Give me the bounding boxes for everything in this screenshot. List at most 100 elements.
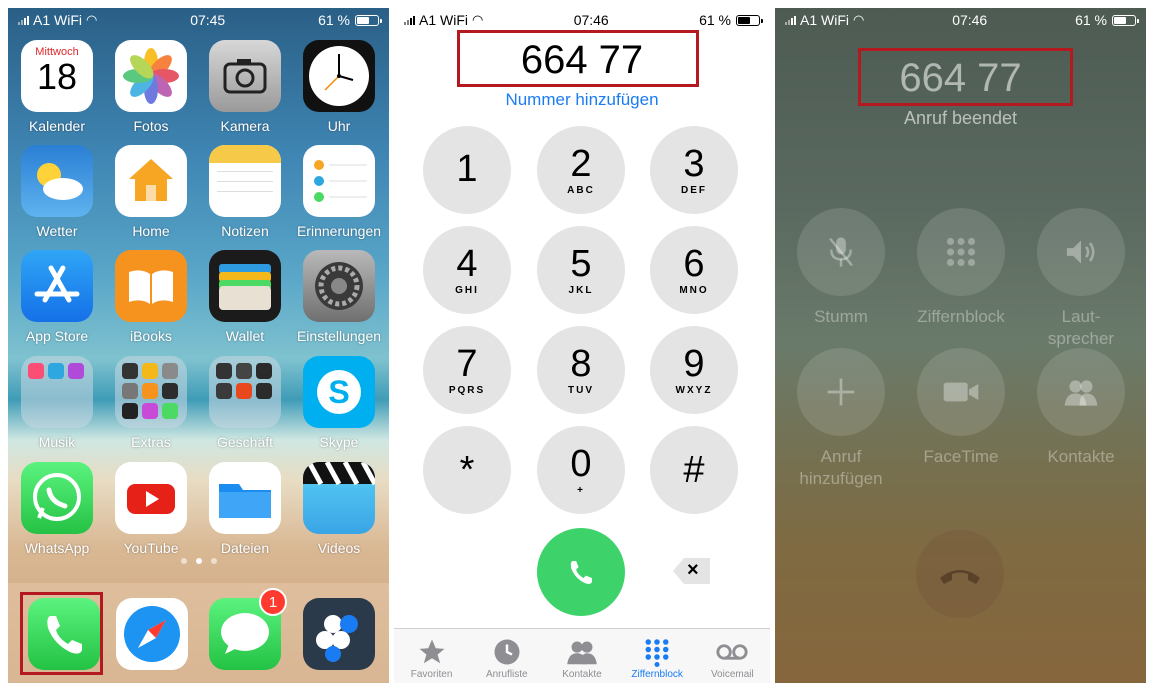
app-settings[interactable]: Einstellungen <box>294 250 384 344</box>
control-label: Laut- sprecher <box>1047 307 1115 348</box>
key-digit: * <box>459 449 475 491</box>
tab-label: Anrufliste <box>485 669 528 680</box>
key-7[interactable]: 7 PQRS <box>423 326 511 414</box>
signal-icon <box>785 15 796 25</box>
control-label: Kontakte <box>1047 447 1115 466</box>
tab-favoriten[interactable]: Favoriten <box>396 635 468 683</box>
settings-icon <box>303 250 375 322</box>
reminders-icon <box>303 145 375 217</box>
add-call-button[interactable]: Anruf hinzufügen <box>781 348 901 490</box>
whatsapp-icon <box>21 462 93 534</box>
key-digit: 2 <box>570 142 592 185</box>
dock-messages[interactable]: 1 <box>200 588 290 670</box>
app-home[interactable]: Home <box>106 145 196 239</box>
photos-icon <box>115 40 187 112</box>
key-8[interactable]: 8 TUV <box>537 326 625 414</box>
blackberry-icon <box>303 598 375 670</box>
key-4[interactable]: 4 GHI <box>423 226 511 314</box>
key-letters: MNO <box>679 284 709 296</box>
battery-icon <box>355 14 382 26</box>
key-5[interactable]: 5 JKL <box>537 226 625 314</box>
app-label: App Store <box>25 328 89 344</box>
tab-ziffernblock[interactable]: Ziffernblock <box>621 635 693 683</box>
app-label: Notizen <box>221 223 269 239</box>
mute-icon <box>797 208 885 296</box>
carrier-label: A1 WiFi <box>419 12 468 28</box>
tab-anrufliste[interactable]: Anrufliste <box>471 635 543 683</box>
tab-bar: Favoriten Anrufliste Kontakte Ziffernblo… <box>394 628 770 683</box>
app-notes[interactable]: Notizen <box>200 145 290 239</box>
wifi-icon: ◠ <box>853 12 865 27</box>
folder-extras[interactable]: Extras <box>106 356 196 450</box>
wallet-icon <box>209 250 281 322</box>
files-icon <box>209 462 281 534</box>
contacts-button[interactable]: Kontakte <box>1021 348 1141 468</box>
app-label: Erinnerungen <box>296 223 382 239</box>
clock-icon <box>303 40 375 112</box>
app-calendar[interactable]: Mittwoch 18 Kalender <box>12 40 102 134</box>
key-9[interactable]: 9 WXYZ <box>650 326 738 414</box>
dialer-screen: A1 WiFi ◠ 07:46 61 % 664 77 Nummer hinzu… <box>394 8 770 683</box>
folder-musik[interactable]: Musik <box>12 356 102 450</box>
app-camera[interactable]: Kamera <box>200 40 290 134</box>
battery-percent: 61 % <box>318 12 350 28</box>
key-digit: 4 <box>456 242 478 285</box>
call-ended-screen: A1 WiFi ◠ 07:46 61 % 664 77 Anruf beende… <box>775 8 1146 683</box>
facetime-button[interactable]: FaceTime <box>901 348 1021 468</box>
app-app-store[interactable]: App Store <box>12 250 102 344</box>
key-digit: 5 <box>570 242 592 285</box>
calendar-icon: Mittwoch 18 <box>21 40 93 112</box>
app-wallet[interactable]: Wallet <box>200 250 290 344</box>
battery-icon <box>1112 14 1139 26</box>
screenshot-collage: A1 WiFi ◠ 07:45 61 % Mittwoch 18 Kalende… <box>0 0 1151 683</box>
backspace-glyph: × <box>687 559 699 581</box>
keypad-button[interactable]: Ziffernblock <box>901 208 1021 328</box>
app-ibooks[interactable]: iBooks <box>106 250 196 344</box>
key-3[interactable]: 3 DEF <box>650 126 738 214</box>
app-label: Videos <box>317 540 361 556</box>
call-button[interactable] <box>537 528 625 616</box>
tab-kontakte[interactable]: Kontakte <box>546 635 618 683</box>
star-icon <box>396 635 468 669</box>
app-label: iBooks <box>129 328 173 344</box>
key-0[interactable]: 0 + <box>537 426 625 514</box>
app-clock[interactable]: Uhr <box>294 40 384 134</box>
key-star[interactable]: * <box>423 426 511 514</box>
key-1[interactable]: 1 <box>423 126 511 214</box>
signal-icon <box>18 15 29 25</box>
add-number-link[interactable]: Nummer hinzufügen <box>394 90 770 110</box>
notification-badge: 1 <box>259 588 287 616</box>
key-6[interactable]: 6 MNO <box>650 226 738 314</box>
battery-percent: 61 % <box>699 12 731 28</box>
mute-button[interactable]: Stumm <box>781 208 901 328</box>
dock-safari[interactable] <box>107 598 197 670</box>
app-weather[interactable]: Wetter <box>12 145 102 239</box>
app-files[interactable]: Dateien <box>200 462 290 556</box>
battery-percent: 61 % <box>1075 12 1107 28</box>
tab-voicemail[interactable]: Voicemail <box>696 635 768 683</box>
carrier-label: A1 WiFi <box>800 12 849 28</box>
key-hash[interactable]: # <box>650 426 738 514</box>
status-time: 07:46 <box>952 12 988 28</box>
speaker-button[interactable]: Laut- sprecher <box>1021 208 1141 350</box>
svg-text:S: S <box>328 374 349 410</box>
key-2[interactable]: 2 ABC <box>537 126 625 214</box>
messages-icon: 1 <box>209 588 287 670</box>
app-label: Kamera <box>220 118 270 134</box>
app-skype[interactable]: S Skype <box>294 356 384 450</box>
app-photos[interactable]: Fotos <box>106 40 196 134</box>
app-label: Kalender <box>28 118 86 134</box>
backspace-button[interactable]: × <box>672 556 712 586</box>
keypad-icon <box>917 208 1005 296</box>
folder-geschaeft[interactable]: Geschäft <box>200 356 290 450</box>
app-videos[interactable]: Videos <box>294 462 384 556</box>
app-youtube[interactable]: YouTube <box>106 462 196 556</box>
tab-label: Voicemail <box>710 669 754 680</box>
status-bar: A1 WiFi ◠ 07:46 61 % <box>394 8 770 32</box>
page-indicator[interactable] <box>8 558 389 564</box>
dock-blackberry[interactable] <box>294 598 384 670</box>
app-reminders[interactable]: Erinnerungen <box>294 145 384 239</box>
end-call-button[interactable] <box>916 530 1004 618</box>
app-whatsapp[interactable]: WhatsApp <box>12 462 102 556</box>
app-label: Geschäft <box>216 434 274 450</box>
